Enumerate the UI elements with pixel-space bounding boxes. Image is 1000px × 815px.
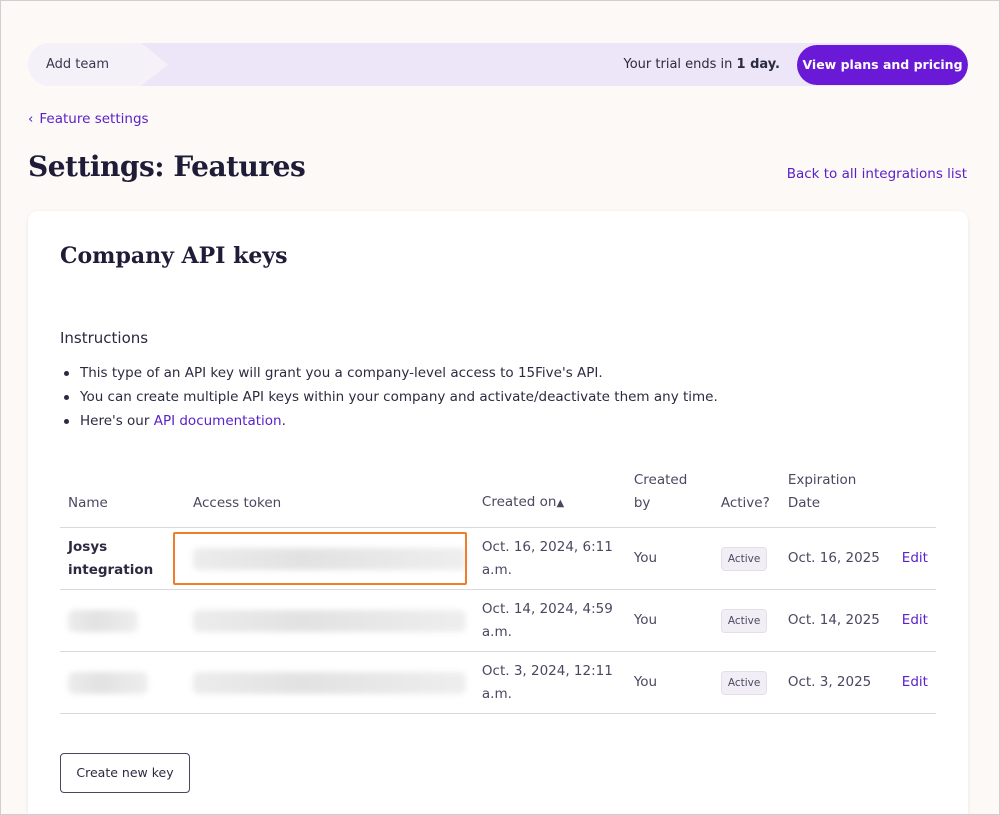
breadcrumb[interactable]: ‹ Feature settings — [28, 111, 149, 127]
highlight-box — [172, 531, 467, 585]
redacted-token — [192, 671, 466, 694]
table-row: Oct. 3, 2024, 12:11 a.m. You Active Oct.… — [60, 651, 936, 714]
edit-cell: Edit — [893, 527, 936, 590]
sort-ascending-icon[interactable]: ▲ — [556, 498, 564, 509]
created-by-cell: You — [625, 651, 713, 714]
column-header-token: Access token — [192, 495, 282, 511]
breadcrumb-label[interactable]: Feature settings — [39, 111, 148, 127]
instruction-item: You can create multiple API keys within … — [60, 385, 718, 409]
instruction-item: This type of an API key will grant you a… — [60, 361, 718, 385]
instructions-list: This type of an API key will grant you a… — [60, 361, 718, 433]
expiration-cell: Oct. 14, 2025 — [779, 589, 894, 652]
table-row: Oct. 14, 2024, 4:59 a.m. You Active Oct.… — [60, 589, 936, 652]
page-title: Settings: Features — [28, 150, 306, 183]
redacted-token — [192, 609, 466, 632]
created-by-cell: You — [625, 589, 713, 652]
edit-link[interactable]: Edit — [902, 550, 928, 566]
add-team-link[interactable]: Add team — [46, 57, 109, 72]
access-token-cell — [184, 589, 474, 652]
status-badge: Active — [720, 670, 768, 695]
expiration-cell: Oct. 16, 2025 — [779, 527, 894, 590]
trial-notice: Your trial ends in 1 day. — [623, 57, 781, 72]
column-header-actions — [894, 469, 936, 528]
api-documentation-link[interactable]: API documentation — [154, 413, 282, 429]
column-header-created-by: Created by — [633, 472, 688, 511]
card-title: Company API keys — [60, 243, 288, 269]
edit-cell: Edit — [893, 651, 936, 714]
chevron-left-icon: ‹ — [28, 111, 34, 127]
created-on-cell: Oct. 16, 2024, 6:11 a.m. — [473, 527, 626, 590]
table-row: Josys integration Oct. 16, 2024, 6:11 a.… — [60, 527, 936, 590]
expiration-cell: Oct. 3, 2025 — [779, 651, 894, 714]
redacted-name — [68, 671, 148, 694]
instructions-title: Instructions — [60, 329, 149, 347]
edit-cell: Edit — [893, 589, 936, 652]
key-name — [60, 589, 185, 652]
column-header-name: Name — [68, 495, 108, 511]
status-badge: Active — [720, 546, 768, 571]
access-token-cell — [184, 651, 474, 714]
key-name — [60, 651, 185, 714]
created-on-cell: Oct. 14, 2024, 4:59 a.m. — [473, 589, 626, 652]
edit-link[interactable]: Edit — [902, 674, 928, 690]
created-on-cell: Oct. 3, 2024, 12:11 a.m. — [473, 651, 626, 714]
column-header-active: Active? — [720, 495, 770, 511]
view-plans-button[interactable]: View plans and pricing — [797, 45, 968, 85]
status-badge: Active — [720, 608, 768, 633]
column-header-expiration: Expiration Date — [787, 472, 857, 511]
edit-link[interactable]: Edit — [902, 612, 928, 628]
create-new-key-button[interactable]: Create new key — [60, 753, 190, 793]
api-keys-table: Name Access token Created on▲ Created by… — [60, 469, 936, 714]
access-token-cell — [172, 527, 474, 590]
back-to-integrations-link[interactable]: Back to all integrations list — [787, 166, 967, 182]
status-cell: Active — [712, 527, 780, 590]
api-keys-card: Company API keys Instructions This type … — [28, 211, 968, 815]
column-header-created-on[interactable]: Created on▲ — [474, 469, 626, 528]
redacted-name — [68, 609, 138, 632]
status-cell: Active — [712, 651, 780, 714]
instruction-item: Here's our API documentation. — [60, 409, 718, 433]
key-name: Josys integration — [60, 527, 185, 590]
created-by-cell: You — [625, 527, 713, 590]
trial-banner: Add team Your trial ends in 1 day. View … — [28, 43, 968, 86]
status-cell: Active — [712, 589, 780, 652]
